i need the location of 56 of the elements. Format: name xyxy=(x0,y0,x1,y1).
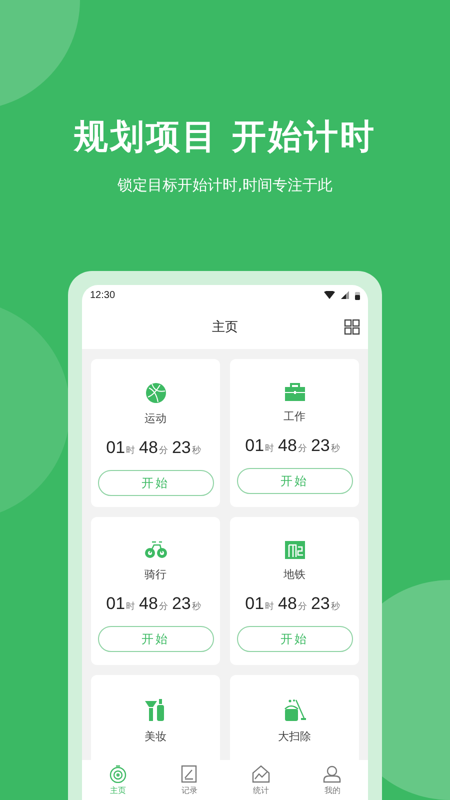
start-button[interactable]: 开始 xyxy=(236,626,352,652)
timer-value: 23 xyxy=(310,436,330,456)
activity-name: 美妆 xyxy=(144,729,166,744)
timer-value: 48 xyxy=(139,594,158,614)
activity-name: 地铁 xyxy=(284,567,306,582)
briefcase-icon xyxy=(284,383,304,401)
battery-icon xyxy=(355,290,360,300)
timer-unit: 秒 xyxy=(330,442,340,455)
timer-value: 01 xyxy=(106,438,126,458)
note-icon xyxy=(181,764,198,782)
timer-unit: 分 xyxy=(158,444,168,457)
timer-value: 23 xyxy=(310,594,330,614)
timer-value: 48 xyxy=(278,594,297,614)
bicycle-icon xyxy=(144,541,166,559)
tab-item[interactable]: 记录 xyxy=(154,760,225,800)
wifi-icon xyxy=(324,291,335,299)
timer-unit: 时 xyxy=(265,600,274,613)
activity-name: 工作 xyxy=(284,409,306,424)
cleaning-icon xyxy=(284,699,306,721)
timer-value: 01 xyxy=(245,436,264,456)
status-time: 12:30 xyxy=(90,290,116,300)
timer-unit: 秒 xyxy=(192,600,201,613)
timer-unit: 分 xyxy=(298,600,307,613)
timer-value: 01 xyxy=(106,594,126,614)
timer-unit: 秒 xyxy=(330,600,340,613)
activity-name: 大扫除 xyxy=(278,729,311,744)
chart-house-icon xyxy=(252,764,270,782)
page-title: 主页 xyxy=(212,319,238,336)
timer-value: 23 xyxy=(172,594,191,614)
timer-unit: 秒 xyxy=(192,444,201,457)
start-button[interactable]: 开始 xyxy=(98,626,214,652)
grid-icon[interactable] xyxy=(344,319,360,335)
timer-value: 48 xyxy=(139,438,158,458)
tab-item[interactable]: 统计 xyxy=(225,760,296,800)
person-icon xyxy=(323,764,342,782)
headline: 规划项目 开始计时 xyxy=(74,116,376,159)
timer-unit: 分 xyxy=(298,442,307,455)
tab-item[interactable]: 我的 xyxy=(296,760,368,800)
activity-name: 骑行 xyxy=(144,567,166,582)
tab-item[interactable]: 主页 xyxy=(82,760,154,800)
ball-icon xyxy=(146,383,166,403)
timer-unit: 时 xyxy=(265,442,274,455)
timer-unit: 时 xyxy=(126,600,136,613)
stopwatch-icon xyxy=(108,764,127,782)
metro-icon xyxy=(284,541,304,559)
signal-icon xyxy=(341,291,349,299)
start-button[interactable]: 开始 xyxy=(236,468,352,494)
timer-unit: 分 xyxy=(158,600,168,613)
start-button[interactable]: 开始 xyxy=(98,470,214,496)
timer-value: 23 xyxy=(172,438,191,458)
makeup-icon xyxy=(144,699,166,721)
timer-value: 48 xyxy=(278,436,297,456)
activity-name: 运动 xyxy=(144,411,166,426)
timer-unit: 时 xyxy=(126,444,136,457)
timer-value: 01 xyxy=(245,594,264,614)
subline: 锁定目标开始计时,时间专注于此 xyxy=(118,176,332,195)
